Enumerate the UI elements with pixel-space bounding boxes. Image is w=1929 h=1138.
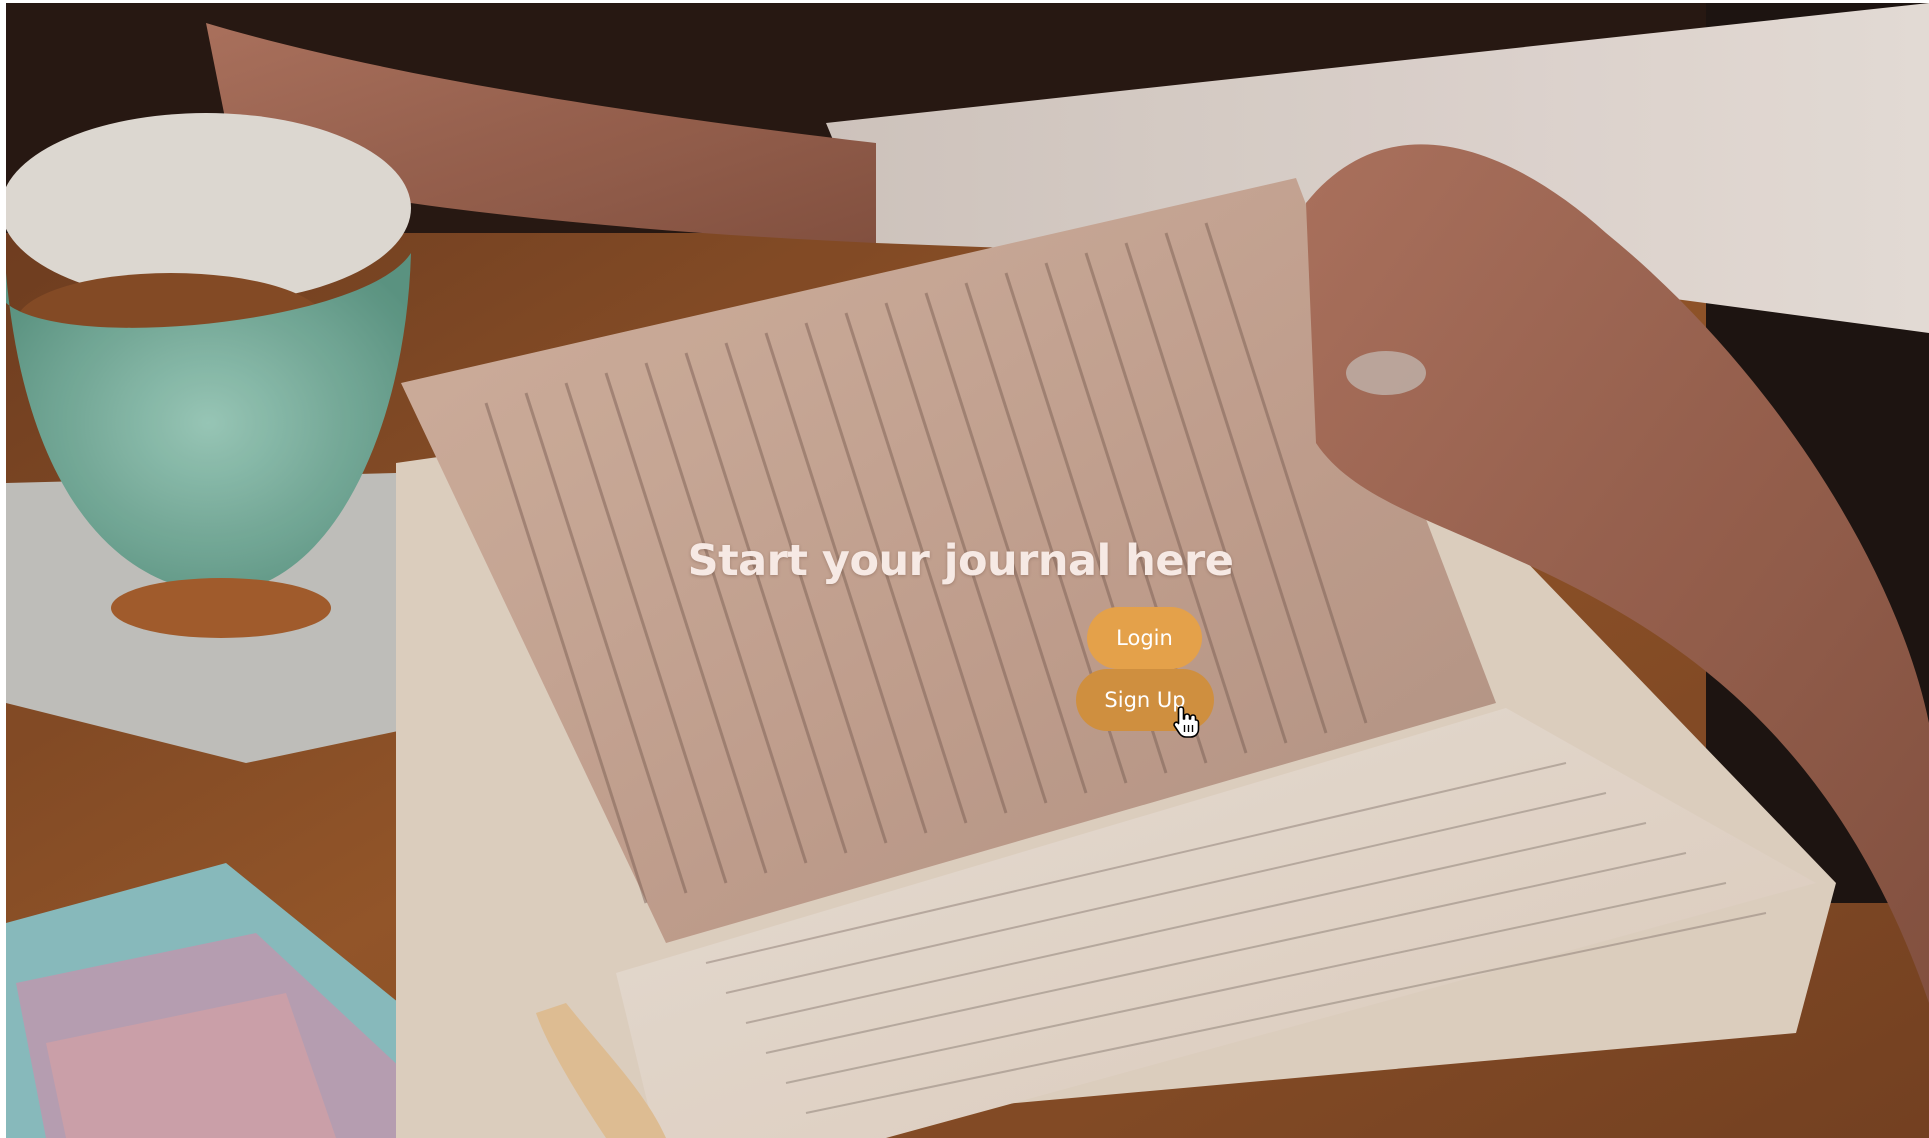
signup-button[interactable]: Sign Up <box>1076 669 1214 731</box>
login-button[interactable]: Login <box>1087 607 1202 669</box>
page-title: Start your journal here <box>687 536 1234 586</box>
landing-screen: Start your journal here Login Sign Up <box>0 0 1929 1138</box>
hero-cta: Start your journal here <box>0 536 1929 586</box>
